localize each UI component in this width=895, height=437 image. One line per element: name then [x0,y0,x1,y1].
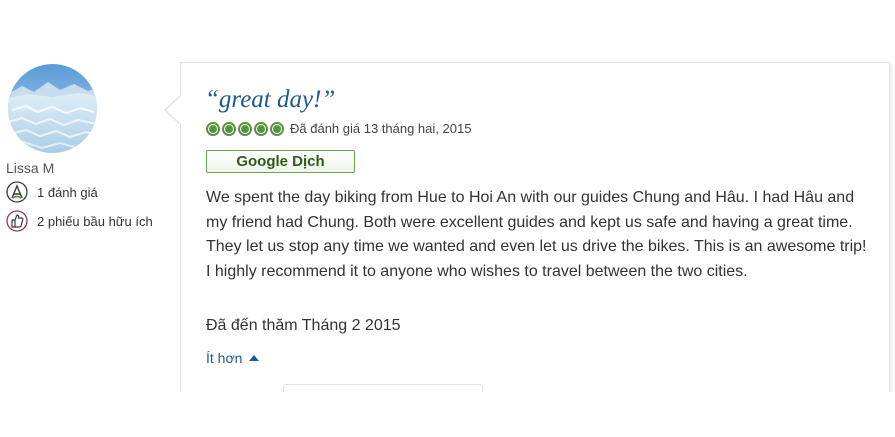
reviews-count-row: 1 đánh giá [6,181,98,203]
rating-bubble-fill [209,124,217,133]
review-body: We spent the day biking from Hue to Hoi … [206,189,867,280]
card-pointer-inner [166,95,182,125]
rating-bubble-icon [222,121,236,136]
review-title[interactable]: “great day!” [205,86,335,114]
show-less-link[interactable]: Ít hơn [206,350,260,366]
rating-bubble-fill [225,124,233,133]
glacier-photo-avatar-icon [8,64,97,153]
rating-bubble-icon [270,121,284,136]
reviews-count: 1 đánh giá [37,184,98,200]
rating-bubbles [206,121,286,136]
google-translate-button[interactable]: Google Dịch [206,150,355,173]
bottom-blank-area [0,392,895,437]
rating-bubble-fill [257,124,265,133]
rating-bubble-fill [241,124,249,133]
caret-up-icon [249,355,260,361]
rating-bubble-fill [273,124,281,133]
review-page: Lissa M 1 đánh giá 2 phiếu bầu hữu ích “… [0,0,895,437]
visit-date: Đã đến thăm Tháng 2 2015 [206,317,401,334]
rating-row: Đã đánh giá 13 tháng hai, 2015 [206,121,471,136]
reviewer-badge-icon [6,181,28,203]
thumbs-up-badge-icon [6,210,28,232]
rating-bubble-icon [206,121,220,136]
avatar[interactable] [8,64,97,153]
rating-bubble-icon [254,121,268,136]
rating-date: Đã đánh giá 13 tháng hai, 2015 [290,121,472,136]
helpful-votes: 2 phiếu bầu hữu ích [37,213,153,229]
helpful-votes-row: 2 phiếu bầu hữu ích [6,210,153,232]
reviewer-name[interactable]: Lissa M [6,160,54,176]
show-less-label: Ít hơn [206,350,243,366]
rating-bubble-icon [238,121,252,136]
